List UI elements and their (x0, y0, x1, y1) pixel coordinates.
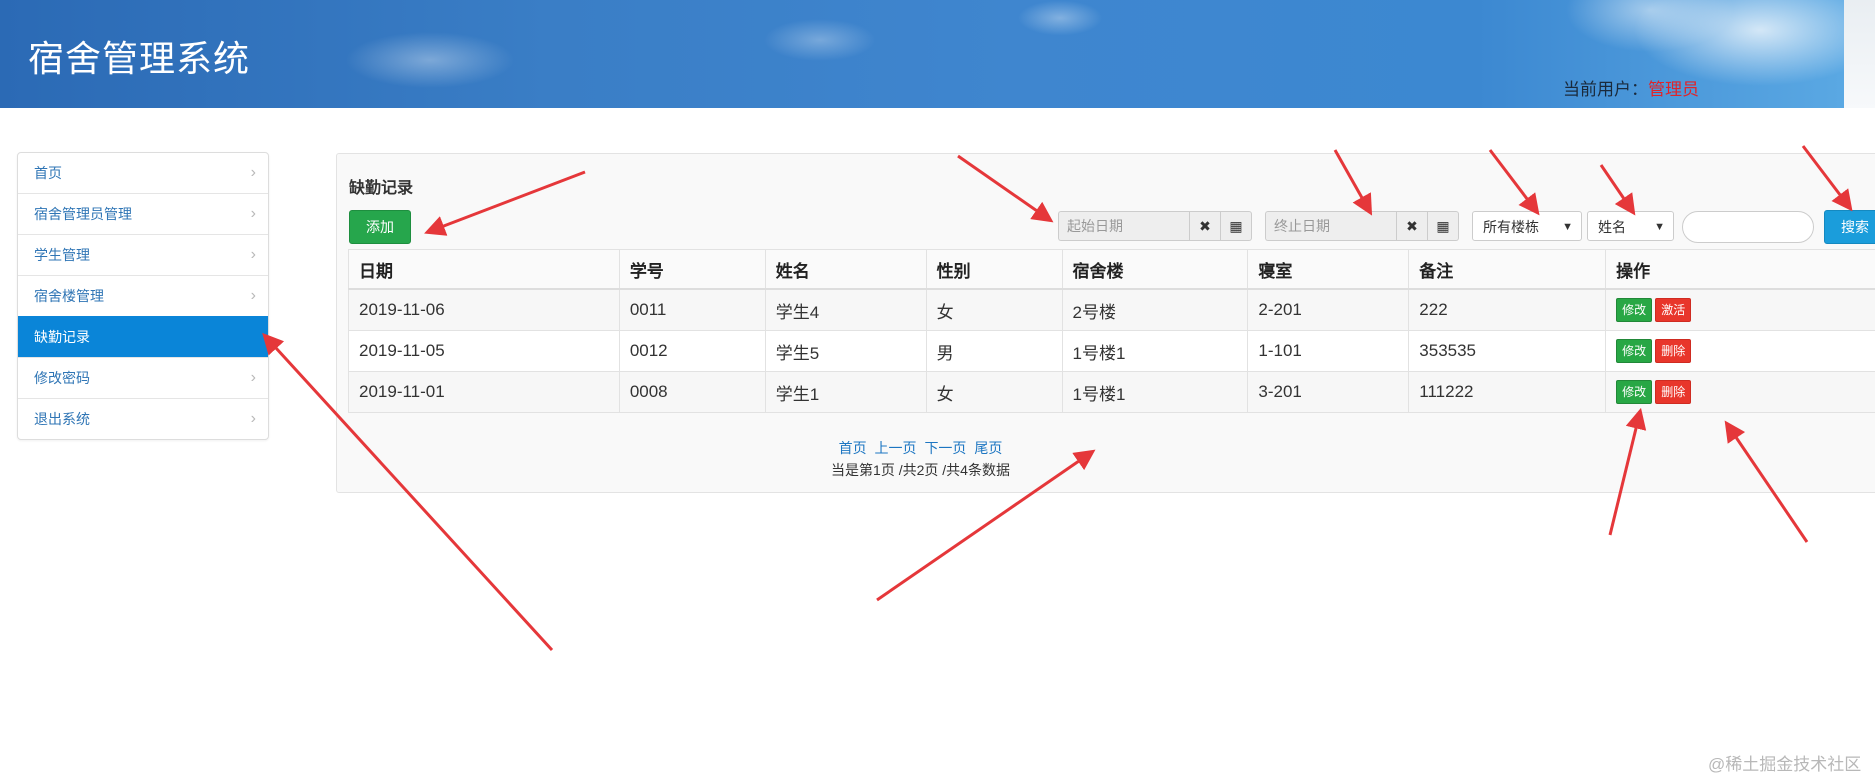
chevron-down-icon: ▼ (1654, 221, 1665, 233)
pager-prev-link[interactable]: 上一页 (875, 440, 917, 456)
chevron-right-icon: › (250, 410, 256, 427)
add-button[interactable]: 添加 (349, 210, 411, 244)
edit-button[interactable]: 修改 (1616, 339, 1653, 363)
chevron-down-icon: ▼ (1562, 221, 1573, 233)
cell-date: 2019-11-05 (348, 330, 620, 372)
grid-calendar-icon[interactable]: ▦ (1428, 211, 1459, 241)
end-date-input[interactable]: 终止日期 (1265, 211, 1396, 241)
cell-student-id: 0008 (618, 371, 766, 413)
sidebar-item-home[interactable]: 首页 › (18, 153, 268, 193)
cell-name: 学生5 (764, 330, 927, 372)
pagination: 首页 上一页 下一页 尾页 (337, 438, 1504, 458)
table-row: 2019-11-05 0012 学生5 男 1号楼1 1-101 353535 … (348, 330, 1875, 372)
sidebar: 首页› 宿舍管理员管理› 学生管理› 宿舍楼管理› 缺勤记录› 修改密码› 退出… (17, 152, 269, 440)
sidebar-item-label: 退出系统 (34, 411, 90, 427)
cell-student-id: 0011 (618, 288, 766, 331)
chevron-right-icon: › (250, 164, 256, 181)
search-button[interactable]: 搜索 (1824, 210, 1875, 244)
current-user-label: 当前用户： (1563, 80, 1648, 99)
col-header-date: 日期 (348, 249, 620, 290)
table-header-row: 日期 学号 姓名 性别 宿舍楼 寝室 备注 操作 (348, 249, 1875, 290)
sidebar-item-buildings[interactable]: 宿舍楼管理 › (18, 275, 268, 316)
cell-actions: 修改 删除 (1605, 371, 1875, 413)
header-right-strip (1844, 0, 1875, 108)
cell-student-id: 0012 (618, 330, 766, 372)
sidebar-item-label: 学生管理 (34, 247, 90, 263)
pager-last-link[interactable]: 尾页 (974, 440, 1002, 456)
col-header-name: 姓名 (764, 249, 927, 290)
chevron-right-icon: › (250, 205, 256, 222)
sidebar-item-logout[interactable]: 退出系统 › (18, 398, 268, 439)
edit-button[interactable]: 修改 (1616, 298, 1653, 322)
end-date-group: 终止日期 ✖ ▦ (1265, 211, 1459, 241)
start-date-input[interactable]: 起始日期 (1058, 211, 1189, 241)
app-title: 宿舍管理系统 (28, 38, 251, 79)
cell-name: 学生1 (764, 371, 927, 413)
field-select-value: 姓名 (1598, 219, 1626, 235)
cell-note: 222 (1408, 288, 1607, 331)
pager-next-link[interactable]: 下一页 (924, 440, 966, 456)
sidebar-item-label: 修改密码 (34, 370, 90, 386)
current-user-name: 管理员 (1648, 80, 1699, 99)
cell-room: 3-201 (1247, 371, 1410, 413)
cell-gender: 男 (925, 330, 1063, 372)
cell-actions: 修改 激活 (1605, 288, 1875, 331)
search-input[interactable] (1682, 211, 1814, 243)
sidebar-item-label: 宿舍管理员管理 (34, 206, 132, 222)
col-header-note: 备注 (1408, 249, 1607, 290)
cell-note: 111222 (1408, 371, 1607, 413)
cell-gender: 女 (925, 288, 1063, 331)
sidebar-item-absence[interactable]: 缺勤记录› (18, 316, 268, 357)
sidebar-item-dorm-admin[interactable]: 宿舍管理员管理 › (18, 193, 268, 234)
absence-panel: 缺勤记录 添加 起始日期 ✖ ▦ 终止日期 ✖ ▦ 所有楼栋 ▼ 姓名 ▼ 搜索… (336, 153, 1875, 493)
sidebar-item-label: 宿舍楼管理 (34, 288, 104, 304)
header-banner: 宿舍管理系统 当前用户：管理员 (0, 0, 1844, 108)
delete-button[interactable]: 删除 (1655, 339, 1692, 363)
sidebar-item-password[interactable]: 修改密码 › (18, 357, 268, 398)
table-row: 2019-11-06 0011 学生4 女 2号楼 2-201 222 修改 激活 (348, 288, 1875, 331)
close-icon[interactable]: ✖ (1396, 211, 1428, 241)
col-header-building: 宿舍楼 (1061, 249, 1249, 290)
edit-button[interactable]: 修改 (1616, 380, 1653, 404)
delete-button[interactable]: 删除 (1655, 380, 1692, 404)
cell-building: 2号楼 (1061, 288, 1249, 331)
cell-room: 1-101 (1247, 330, 1410, 372)
col-header-room: 寝室 (1247, 249, 1410, 290)
cell-name: 学生4 (764, 288, 927, 331)
chevron-right-icon: › (250, 287, 256, 304)
cell-gender: 女 (925, 371, 1063, 413)
watermark: @稀土掘金技术社区 (1708, 755, 1862, 774)
chevron-right-icon: › (250, 246, 256, 263)
start-date-group: 起始日期 ✖ ▦ (1058, 211, 1252, 241)
field-select[interactable]: 姓名 ▼ (1587, 211, 1674, 241)
col-header-actions: 操作 (1605, 249, 1875, 290)
grid-calendar-icon[interactable]: ▦ (1221, 211, 1252, 241)
absence-table: 日期 学号 姓名 性别 宿舍楼 寝室 备注 操作 2019-11-06 0011… (348, 249, 1875, 413)
cell-note: 353535 (1408, 330, 1607, 372)
sidebar-item-label: 首页 (34, 165, 62, 181)
building-select-value: 所有楼栋 (1483, 219, 1539, 235)
pager-first-link[interactable]: 首页 (839, 440, 867, 456)
cell-date: 2019-11-06 (348, 288, 620, 331)
chevron-right-icon: › (250, 369, 256, 386)
pager-info: 当是第1页 /共2页 /共4条数据 (831, 462, 1010, 478)
current-user: 当前用户：管理员 (1563, 75, 1699, 100)
cell-building: 1号楼1 (1061, 371, 1249, 413)
col-header-student-id: 学号 (618, 249, 766, 290)
col-header-gender: 性别 (925, 249, 1063, 290)
panel-title: 缺勤记录 (349, 180, 414, 197)
sidebar-item-label: 缺勤记录 (34, 329, 90, 345)
activate-button[interactable]: 激活 (1655, 298, 1692, 322)
cell-building: 1号楼1 (1061, 330, 1249, 372)
table-row: 2019-11-01 0008 学生1 女 1号楼1 3-201 111222 … (348, 371, 1875, 413)
cell-actions: 修改 删除 (1605, 330, 1875, 372)
cell-date: 2019-11-01 (348, 371, 620, 413)
sidebar-item-students[interactable]: 学生管理 › (18, 234, 268, 275)
cell-room: 2-201 (1247, 288, 1410, 331)
building-select[interactable]: 所有楼栋 ▼ (1472, 211, 1582, 241)
close-icon[interactable]: ✖ (1189, 211, 1221, 241)
